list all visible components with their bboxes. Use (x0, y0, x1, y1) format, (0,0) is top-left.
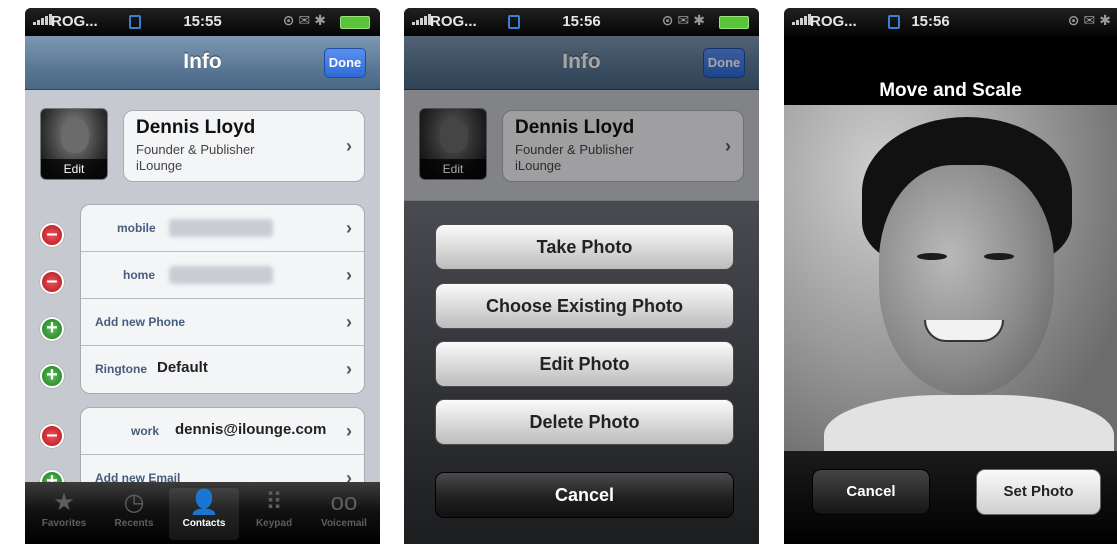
tab-favorites[interactable]: ★ Favorites (29, 488, 99, 529)
status-icons: ⊙✉✱ (282, 12, 330, 28)
delete-photo-button[interactable]: Delete Photo (435, 399, 734, 445)
add-plus-icon[interactable]: + (40, 317, 64, 341)
status-bar: ROG... 15:56 ⊙✉✱ (784, 8, 1117, 36)
status-time: 15:56 (911, 13, 950, 30)
status-bar: ROG... 15:55 ⊙✉✱ (25, 8, 380, 36)
cancel-button[interactable]: Cancel (435, 472, 734, 518)
chevron-right-icon: › (346, 421, 352, 441)
add-phone-row[interactable]: Add new Phone › (81, 299, 364, 346)
portrait-smile (924, 320, 1004, 342)
photo-edit-label: Edit (41, 159, 107, 179)
tab-label: Contacts (182, 518, 226, 529)
portrait-shirt (824, 395, 1114, 459)
redacted-value (169, 219, 273, 237)
field-label: Ringtone (95, 362, 147, 376)
email-value: dennis@ilounge.com (175, 421, 327, 438)
done-button[interactable]: Done (324, 48, 366, 78)
chevron-right-icon: › (346, 136, 352, 156)
star-icon: ★ (53, 489, 75, 516)
photo-action-screen: ROG... 15:56 ⊙✉✱ Info Done Edit Dennis L… (404, 8, 759, 544)
contact-title: Founder & Publisher (136, 142, 255, 157)
chevron-right-icon: › (346, 359, 352, 379)
phone-row-mobile[interactable]: mobile › (81, 205, 364, 252)
edit-photo-button[interactable]: Edit Photo (435, 341, 734, 387)
field-label: Add new Phone (95, 315, 185, 329)
email-row-work[interactable]: work dennis@ilounge.com › (81, 408, 364, 455)
choose-existing-photo-button[interactable]: Choose Existing Photo (435, 283, 734, 329)
contact-photo[interactable]: Edit (40, 108, 108, 180)
portrait-eye (917, 253, 947, 260)
tab-voicemail[interactable]: oo Voicemail (309, 488, 379, 529)
photo-crop-area[interactable] (784, 105, 1117, 459)
ringtone-value: Default (157, 359, 208, 376)
chevron-right-icon: › (346, 265, 352, 285)
field-label: work (131, 424, 160, 438)
tab-label: Voicemail (321, 518, 367, 529)
tab-bar: ★ Favorites ◷ Recents 👤 Contacts ⠿ Keypa… (25, 482, 380, 544)
chevron-right-icon: › (346, 312, 352, 332)
delete-minus-icon[interactable]: – (40, 223, 64, 247)
take-photo-button[interactable]: Take Photo (435, 224, 734, 270)
tab-label: Keypad (255, 518, 293, 529)
tab-label: Recents (114, 518, 154, 529)
phone-row-home[interactable]: home › (81, 252, 364, 299)
avatar (61, 119, 89, 153)
field-label: mobile (117, 221, 156, 235)
delete-minus-icon[interactable]: – (40, 270, 64, 294)
add-plus-icon[interactable]: + (40, 364, 64, 388)
portrait-eye (984, 253, 1014, 260)
tab-recents[interactable]: ◷ Recents (99, 488, 169, 529)
phone-group: mobile › home › Add new Phone › Ringtone… (80, 204, 365, 394)
voicemail-icon: oo (330, 489, 358, 516)
navigation-bar: Info Done (25, 36, 380, 90)
tab-contacts[interactable]: 👤 Contacts (169, 488, 239, 540)
contact-name: Dennis Lloyd (136, 117, 256, 138)
status-icons: ⊙✉✱ (1067, 12, 1115, 28)
contact-company: iLounge (136, 158, 183, 173)
move-and-scale-screen: ROG... 15:56 ⊙✉✱ Move and Scale Cancel S… (784, 8, 1117, 544)
chevron-right-icon: › (346, 218, 352, 238)
info-screen: ROG... 15:55 ⊙✉✱ Info Done Edit Dennis L… (25, 8, 380, 544)
page-title: Move and Scale (879, 80, 1022, 101)
battery-icon (719, 16, 749, 29)
clock-icon: ◷ (123, 489, 145, 516)
tab-keypad[interactable]: ⠿ Keypad (239, 488, 309, 529)
ringtone-row[interactable]: Ringtone Default › (81, 346, 364, 393)
person-icon: 👤 (189, 489, 219, 516)
set-photo-button[interactable]: Set Photo (976, 469, 1101, 515)
battery-icon (340, 16, 370, 29)
status-bar: ROG... 15:56 ⊙✉✱ (404, 8, 759, 36)
name-card[interactable]: Dennis Lloyd Founder & Publisher iLounge… (123, 110, 365, 182)
portrait-face (879, 165, 1054, 395)
delete-minus-icon[interactable]: – (40, 424, 64, 448)
tab-label: Favorites (41, 518, 87, 529)
contact-details: Edit Dennis Lloyd Founder & Publisher iL… (25, 90, 380, 503)
field-label: home (123, 268, 156, 282)
status-icons: ⊙✉✱ (661, 12, 709, 28)
cancel-button[interactable]: Cancel (812, 469, 930, 515)
keypad-icon: ⠿ (265, 489, 283, 516)
action-sheet: Take Photo Choose Existing Photo Edit Ph… (404, 200, 759, 544)
redacted-value (169, 266, 273, 284)
bottom-toolbar: Cancel Set Photo (784, 451, 1117, 544)
